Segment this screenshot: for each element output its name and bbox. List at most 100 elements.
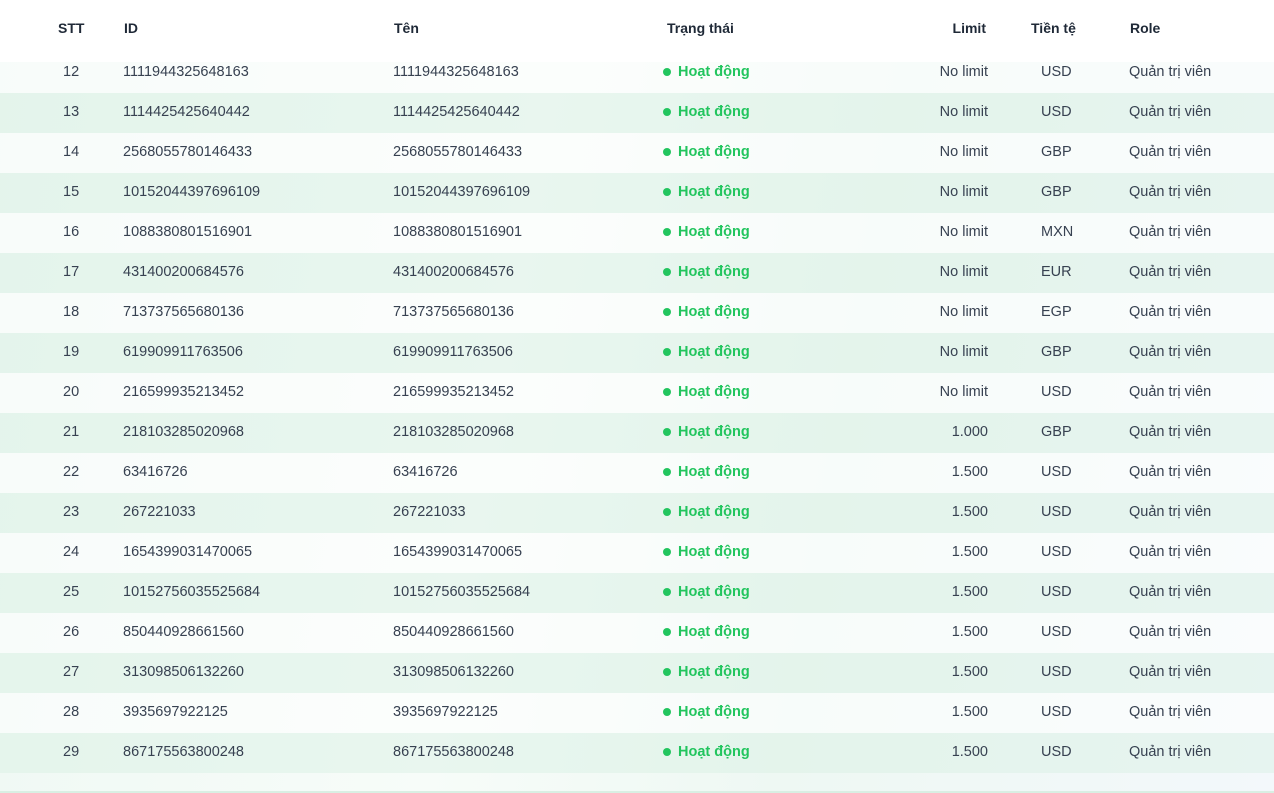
- table-row[interactable]: 29 867175563800248 867175563800248 1.500 USD…: [0, 733, 1274, 773]
- cell-limit: No limit: [939, 184, 988, 200]
- cell-currency: USD: [1041, 744, 1072, 760]
- status-dot-icon: [663, 228, 671, 236]
- table-row[interactable]: 24 1654399031470065 1654399031470065 1.500 U…: [0, 533, 1274, 573]
- table-row[interactable]: 22 63416726 63416726 1.500 USD Quản trị viên H…: [0, 453, 1274, 493]
- cell-limit: No limit: [939, 344, 988, 360]
- cell-currency: USD: [1041, 504, 1072, 520]
- status-dot-icon: [663, 468, 671, 476]
- status-label: Hoạt động: [678, 584, 750, 600]
- cell-limit: 1.500: [951, 624, 988, 640]
- cell-role: Quản trị viên: [1129, 464, 1212, 480]
- cell-id: 10152756035525684: [123, 584, 261, 600]
- cell-stt: 26: [63, 624, 80, 640]
- column-header-stt[interactable]: STT: [58, 20, 88, 36]
- table-row[interactable]: 15 10152044397696109 10152044397696109 No l…: [0, 173, 1274, 213]
- cell-currency: USD: [1041, 544, 1072, 560]
- status-badge: Hoạt động: [663, 704, 750, 720]
- table-row[interactable]: 21 218103285020968 218103285020968 1.000 GBP…: [0, 413, 1274, 453]
- cell-role: Quản trị viên: [1129, 704, 1212, 720]
- cell-limit: No limit: [939, 384, 988, 400]
- table-row[interactable]: 18 713737565680136 713737565680136 No limit…: [0, 293, 1274, 333]
- cell-id: 1654399031470065: [123, 544, 253, 560]
- cell-stt: 27: [63, 664, 80, 680]
- status-label: Hoạt động: [678, 664, 750, 680]
- cell-limit: No limit: [939, 264, 988, 280]
- table-row[interactable]: 25 10152756035525684 10152756035525684 1.50…: [0, 573, 1274, 613]
- table-row[interactable]: 27 313098506132260 313098506132260 1.500 USD…: [0, 653, 1274, 693]
- table-row[interactable]: 28 3935697922125 3935697922125 1.500 USD Quản…: [0, 693, 1274, 733]
- cell-role: Quản trị viên: [1129, 584, 1212, 600]
- column-header-role[interactable]: Role: [1130, 20, 1160, 36]
- cell-limit: 1.500: [951, 544, 988, 560]
- cell-stt: 24: [63, 544, 80, 560]
- cell-name: 1654399031470065: [393, 544, 523, 560]
- cell-role: Quản trị viên: [1129, 664, 1212, 680]
- table-row[interactable]: 13 1114425425640442 1114425425640442 No lim…: [0, 93, 1274, 133]
- column-header-id[interactable]: ID: [124, 20, 138, 36]
- cell-stt: 12: [63, 64, 80, 80]
- table-row[interactable]: 19 619909911763506 619909911763506 No limit…: [0, 333, 1274, 373]
- status-badge: Hoạt động: [663, 744, 750, 760]
- table-row[interactable]: 16 1088380801516901 1088380801516901 No lim…: [0, 213, 1274, 253]
- status-dot-icon: [663, 548, 671, 556]
- cell-role: Quản trị viên: [1129, 144, 1212, 160]
- table-row[interactable]: 12 1111944325648163 1111944325648163 No lim…: [0, 53, 1274, 93]
- cell-stt: 13: [63, 104, 80, 120]
- status-dot-icon: [663, 268, 671, 276]
- status-badge: Hoạt động: [663, 584, 750, 600]
- status-dot-icon: [663, 388, 671, 396]
- cell-id: 1088380801516901: [123, 224, 253, 240]
- cell-limit: No limit: [939, 304, 988, 320]
- cell-currency: GBP: [1041, 424, 1072, 440]
- table-row[interactable]: 17 431400200684576 431400200684576 No limit…: [0, 253, 1274, 293]
- cell-stt: 20: [63, 384, 80, 400]
- cell-name: 850440928661560: [393, 624, 514, 640]
- status-badge: Hoạt động: [663, 384, 750, 400]
- status-badge: Hoạt động: [663, 544, 750, 560]
- cell-role: Quản trị viên: [1129, 184, 1212, 200]
- cell-name: 267221033: [393, 504, 466, 520]
- cell-name: 1114425425640442: [393, 104, 520, 120]
- cell-currency: USD: [1041, 664, 1072, 680]
- column-header-currency[interactable]: Tiền tệ: [1031, 20, 1076, 36]
- cell-currency: EGP: [1041, 304, 1072, 320]
- status-label: Hoạt động: [678, 304, 750, 320]
- cell-stt: 22: [63, 464, 80, 480]
- cell-currency: USD: [1041, 64, 1072, 80]
- column-header-name[interactable]: Tên: [394, 20, 419, 36]
- cell-stt: 29: [63, 744, 80, 760]
- status-dot-icon: [663, 508, 671, 516]
- table-row[interactable]: 14 2568055780146433 2568055780146433 No lim…: [0, 133, 1274, 173]
- cell-name: 10152044397696109: [393, 184, 531, 200]
- cell-role: Quản trị viên: [1129, 104, 1212, 120]
- cell-id: 867175563800248: [123, 744, 244, 760]
- cell-limit: 1.500: [951, 504, 988, 520]
- cell-stt: 18: [63, 304, 80, 320]
- accounts-table: STT ID Tên Trạng thái Limit Tiền tệ Role…: [0, 0, 1274, 793]
- cell-limit: No limit: [939, 64, 988, 80]
- table-row[interactable]: 23 267221033 267221033 1.500 USD Quản trị viê…: [0, 493, 1274, 533]
- column-header-limit[interactable]: Limit: [953, 20, 986, 36]
- cell-role: Quản trị viên: [1129, 504, 1212, 520]
- status-badge: Hoạt động: [663, 344, 750, 360]
- cell-stt: 25: [63, 584, 80, 600]
- cell-id: 267221033: [123, 504, 196, 520]
- cell-currency: EUR: [1041, 264, 1072, 280]
- status-badge: Hoạt động: [663, 464, 750, 480]
- cell-limit: 1.500: [951, 584, 988, 600]
- cell-currency: USD: [1041, 384, 1072, 400]
- table-row[interactable]: 26 850440928661560 850440928661560 1.500 USD…: [0, 613, 1274, 653]
- cell-name: 713737565680136: [393, 304, 514, 320]
- cell-currency: GBP: [1041, 184, 1072, 200]
- status-badge: Hoạt động: [663, 424, 750, 440]
- cell-id: 850440928661560: [123, 624, 244, 640]
- cell-name: 867175563800248: [393, 744, 514, 760]
- status-label: Hoạt động: [678, 104, 750, 120]
- status-dot-icon: [663, 68, 671, 76]
- table-row[interactable]: 20 216599935213452 216599935213452 No limit…: [0, 373, 1274, 413]
- cell-id: 3935697922125: [123, 704, 228, 720]
- cell-name: 3935697922125: [393, 704, 498, 720]
- status-dot-icon: [663, 348, 671, 356]
- status-dot-icon: [663, 708, 671, 716]
- column-header-status[interactable]: Trạng thái: [667, 20, 734, 36]
